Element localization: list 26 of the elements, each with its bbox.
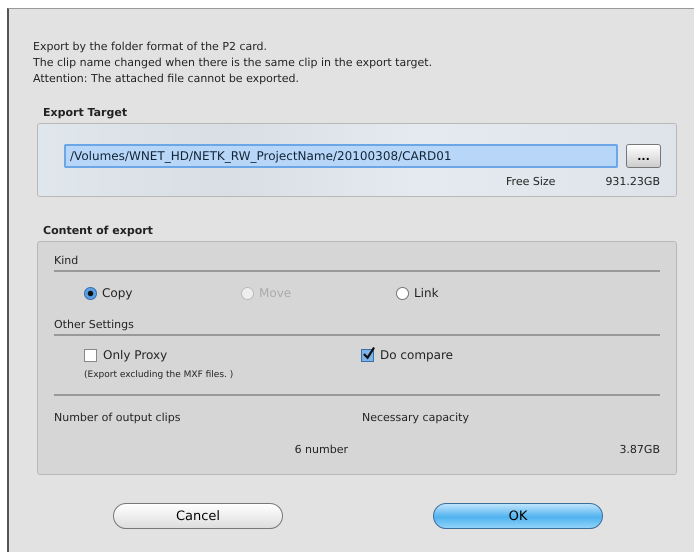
checkbox[interactable] <box>84 348 97 362</box>
group-title: Content of export <box>43 223 154 239</box>
section-title: Other Settings <box>54 316 660 336</box>
checkbox[interactable] <box>361 348 374 362</box>
radio-button[interactable] <box>84 286 97 300</box>
cancel-button[interactable]: Cancel <box>113 503 283 529</box>
summary-value: 6 number <box>294 442 349 458</box>
radio-label: Link <box>414 286 439 300</box>
summary-label: Necessary capacity <box>362 410 470 426</box>
free-size-value: 931.23GB <box>605 174 660 190</box>
free-size-label: Free Size <box>506 174 556 190</box>
message-text: Export by the folder format of the P2 card. <box>33 39 268 55</box>
radio-label: Copy <box>102 286 132 300</box>
summary-value: 3.87GB <box>619 442 660 458</box>
ok-button[interactable]: OK <box>433 503 603 529</box>
checkbox-label: Do compare <box>380 348 454 362</box>
message-text: The clip name changed when there is the same clip in the export target. <box>33 55 434 71</box>
message-text: Attention: The attached file cannot be exported. <box>33 71 300 87</box>
section-title: Kind <box>54 252 660 272</box>
checkbox-label: Only Proxy <box>103 348 168 362</box>
group-title: Export Target <box>43 105 128 121</box>
browse-button[interactable]: ... <box>626 144 661 168</box>
radio-button[interactable] <box>396 286 409 300</box>
summary-label: Number of output clips <box>54 410 182 426</box>
note-text: (Export excluding the MXF files. ) <box>84 370 234 380</box>
path-field[interactable]: /Volumes/WNET_HD/NETK_RW_ProjectName/20100308/CARD01 <box>64 144 618 168</box>
